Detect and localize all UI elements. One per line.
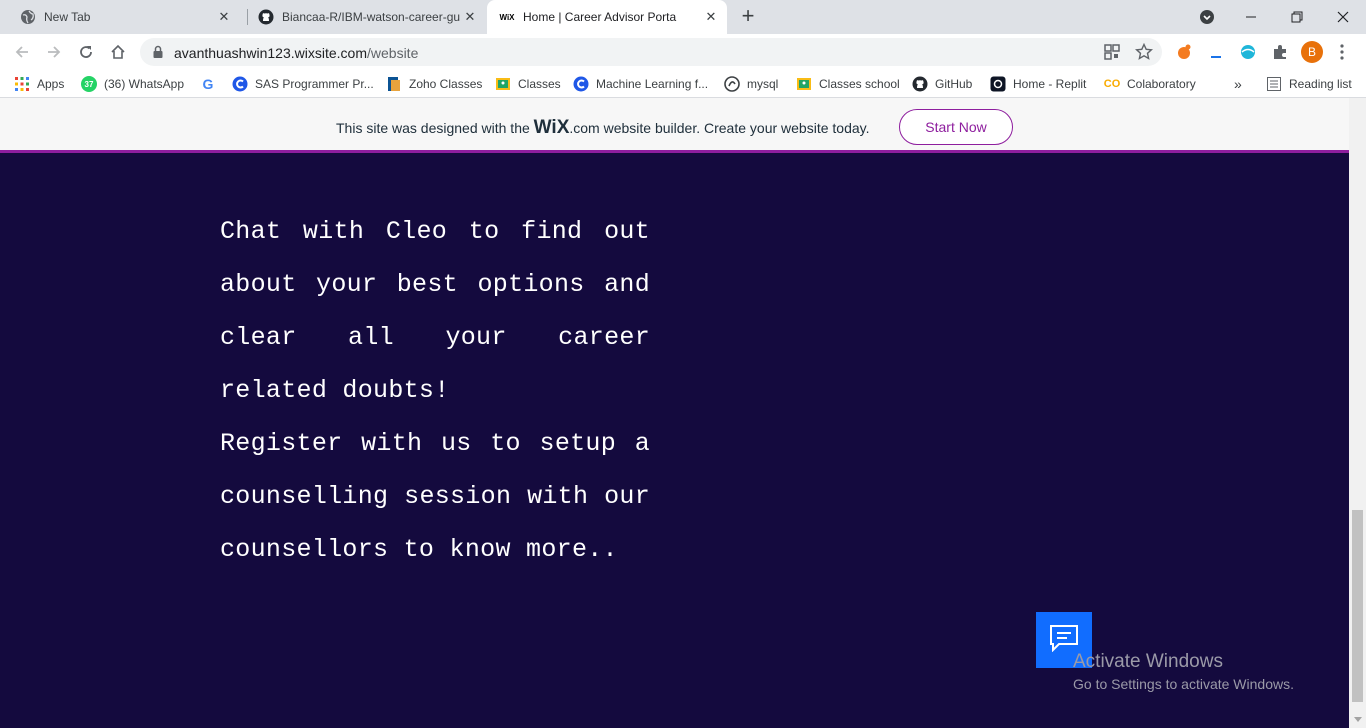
wix-logo[interactable]: WiX — [534, 117, 570, 138]
bookmark-label: Classes — [518, 77, 561, 91]
new-tab-button[interactable]: + — [736, 5, 760, 29]
tab-title: New Tab — [44, 10, 91, 24]
web-page: This site was designed with the WiX.com … — [0, 98, 1366, 728]
bookmark-label: Apps — [37, 77, 65, 91]
more-bookmarks-chevron-icon[interactable]: » — [1234, 76, 1242, 92]
bookmark-mysql[interactable]: mysql — [724, 76, 778, 92]
bookmark-label: Machine Learning f... — [596, 77, 709, 91]
reading-list-button[interactable]: Reading list — [1266, 76, 1352, 92]
forward-button[interactable] — [42, 40, 66, 64]
mysql-icon — [724, 76, 740, 92]
bookmark-label: (36) WhatsApp — [104, 77, 185, 91]
more-menu-icon[interactable] — [1332, 42, 1352, 62]
tab-strip: New Tab ✕ Biancaa-R/IBM-watson-career-gu… — [0, 0, 1366, 34]
reading-list-label: Reading list — [1289, 77, 1352, 91]
bookmark-colaboratory[interactable]: CO Colaboratory — [1104, 76, 1196, 92]
url-text: avanthuashwin123.wixsite.com/website — [174, 45, 418, 61]
url-domain: avanthuashwin123.wixsite.com — [174, 45, 367, 61]
close-icon[interactable]: ✕ — [462, 9, 478, 25]
intro-text-block: Chat with Cleo to find out about your be… — [220, 205, 650, 576]
bookmark-star-icon[interactable] — [1134, 42, 1154, 62]
zoho-icon — [386, 76, 402, 92]
replit-icon — [990, 76, 1006, 92]
github-icon — [912, 76, 928, 92]
tab-title: Biancaa-R/IBM-watson-career-gu — [282, 10, 461, 24]
lock-icon[interactable] — [152, 45, 164, 64]
bookmark-github[interactable]: GitHub — [912, 76, 972, 92]
google-classroom-icon — [495, 76, 511, 92]
reading-list-icon — [1266, 76, 1282, 92]
intro-paragraph-register: Register with us to setup a counselling … — [220, 429, 650, 564]
tab-career-advisor[interactable]: WiX Home | Career Advisor Porta ✕ — [487, 0, 727, 34]
c-logo-icon — [573, 76, 589, 92]
scroll-down-arrow-icon[interactable] — [1349, 711, 1366, 728]
watermark-subtitle: Go to Settings to activate Windows. — [1073, 676, 1294, 692]
banner-text-before: This site was designed with the — [336, 120, 534, 136]
google-classroom-icon — [796, 76, 812, 92]
bookmark-whatsapp[interactable]: 37 (36) WhatsApp — [81, 76, 184, 92]
bookmark-label: Colaboratory — [1127, 77, 1196, 91]
extension-teal-icon[interactable] — [1238, 42, 1258, 62]
c-logo-icon — [232, 76, 248, 92]
bookmark-sas-programmer[interactable]: SAS Programmer Pr... — [232, 76, 374, 92]
bookmark-replit[interactable]: Home - Replit — [990, 76, 1086, 92]
wix-ad-banner: This site was designed with the WiX.com … — [0, 98, 1349, 153]
banner-text-after: .com website builder. Create your websit… — [569, 120, 870, 136]
close-icon[interactable]: ✕ — [216, 9, 232, 25]
reload-button[interactable] — [74, 40, 98, 64]
wix-banner-text: This site was designed with the WiX.com … — [336, 117, 870, 139]
bookmark-label: Zoho Classes — [409, 77, 483, 91]
url-path: /website — [367, 45, 419, 61]
extensions-puzzle-icon[interactable] — [1270, 42, 1290, 62]
wix-icon: WiX — [499, 12, 515, 22]
profile-avatar[interactable]: B — [1301, 41, 1323, 63]
back-button[interactable] — [10, 40, 34, 64]
start-now-button[interactable]: Start Now — [899, 109, 1013, 145]
bookmark-label: GitHub — [935, 77, 973, 91]
bookmark-classes[interactable]: Classes — [495, 76, 561, 92]
bookmark-label: Home - Replit — [1013, 77, 1087, 91]
bookmarks-bar: Apps 37 (36) WhatsApp G SAS Programmer P… — [0, 70, 1366, 98]
activate-windows-watermark: Activate Windows Go to Settings to activ… — [1073, 651, 1294, 692]
intro-paragraph-chat: Chat with Cleo to find out about your be… — [220, 217, 650, 405]
apps-grid-icon — [14, 76, 30, 92]
github-icon — [258, 9, 274, 25]
close-icon[interactable]: ✕ — [703, 9, 719, 25]
scrollbar-thumb[interactable] — [1352, 510, 1363, 702]
google-icon: G — [202, 76, 214, 92]
whatsapp-icon: 37 — [81, 76, 97, 92]
watermark-title: Activate Windows — [1073, 651, 1223, 672]
tab-github-repo[interactable]: Biancaa-R/IBM-watson-career-gu ✕ — [238, 0, 486, 34]
bookmark-label: SAS Programmer Pr... — [255, 77, 374, 91]
extension-underscore-icon[interactable] — [1206, 42, 1226, 62]
tab-new-tab[interactable]: New Tab ✕ — [0, 0, 240, 34]
bookmark-label: mysql — [747, 77, 779, 91]
bookmark-apps[interactable]: Apps — [14, 76, 64, 92]
home-button[interactable] — [106, 40, 130, 64]
bookmark-machine-learning[interactable]: Machine Learning f... — [573, 76, 708, 92]
bookmark-zoho-classes[interactable]: Zoho Classes — [386, 76, 482, 92]
browser-toolbar: avanthuashwin123.wixsite.com/website B — [0, 34, 1366, 70]
address-bar[interactable]: avanthuashwin123.wixsite.com/website — [140, 38, 1162, 66]
bookmark-google[interactable]: G — [200, 76, 223, 92]
qr-code-icon[interactable] — [1102, 42, 1122, 62]
bookmark-label: Classes school — [819, 77, 900, 91]
bookmark-classes-school[interactable]: Classes school — [796, 76, 900, 92]
tab-title: Home | Career Advisor Porta — [523, 10, 677, 24]
close-window-button[interactable] — [1320, 0, 1366, 34]
extension-orange-icon[interactable] — [1174, 42, 1194, 62]
colab-icon: CO — [1103, 78, 1121, 90]
globe-icon — [20, 9, 36, 25]
minimize-button[interactable] — [1228, 0, 1274, 34]
tab-search-button[interactable] — [1184, 0, 1230, 34]
restore-button[interactable] — [1274, 0, 1320, 34]
